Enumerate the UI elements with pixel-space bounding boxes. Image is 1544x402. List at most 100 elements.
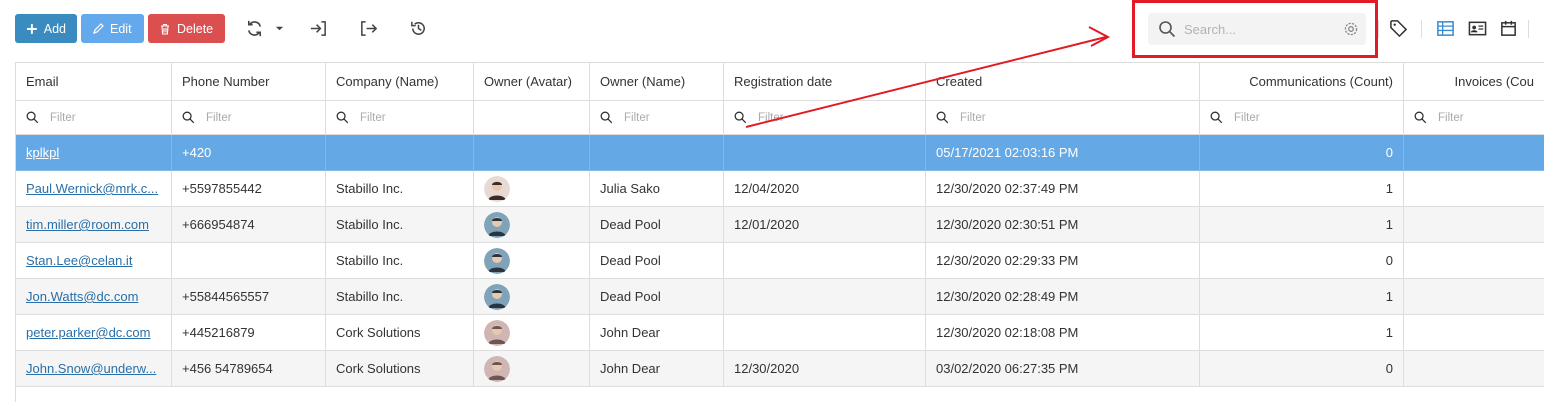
- table-row[interactable]: tim.miller@room.com +666954874 Stabillo In…: [16, 207, 1544, 243]
- trash-icon: [161, 23, 169, 35]
- company-cell: Stabillo Inc.: [326, 279, 474, 315]
- column-header-phone[interactable]: Phone Number: [172, 63, 326, 101]
- email-link[interactable]: kplkpl: [26, 145, 59, 160]
- phone-cell: +420: [172, 135, 326, 171]
- grid-view-icon[interactable]: [1434, 17, 1456, 39]
- owner-name-cell-text: Dead Pool: [600, 253, 661, 268]
- communications-cell-text: 0: [1385, 145, 1393, 160]
- email-link[interactable]: tim.miller@room.com: [26, 217, 149, 232]
- invoices-cell: [1404, 135, 1544, 171]
- company-cell-text: Cork Solutions: [336, 361, 421, 376]
- toolbar: Add Edit Delete: [0, 0, 1544, 58]
- add-button[interactable]: Add: [15, 14, 77, 43]
- owner-name-cell-text: Julia Sako: [600, 181, 660, 196]
- filter-company[interactable]: Filter: [326, 101, 474, 135]
- column-header-communications[interactable]: Communications (Count): [1200, 63, 1404, 101]
- export-icon[interactable]: [357, 17, 379, 39]
- data-grid: Email Phone Number Company (Name) Owner …: [15, 62, 1544, 402]
- communications-cell: 1: [1200, 207, 1404, 243]
- created-cell: 03/02/2020 06:27:35 PM: [926, 351, 1200, 387]
- filter-phone[interactable]: Filter: [172, 101, 326, 135]
- filter-placeholder: Filter: [1234, 111, 1260, 124]
- owner-name-cell: Dead Pool: [590, 207, 724, 243]
- delete-button[interactable]: Delete: [148, 14, 225, 43]
- search-icon: [182, 111, 195, 124]
- filter-created[interactable]: Filter: [926, 101, 1200, 135]
- chevron-down-icon[interactable]: [271, 17, 287, 39]
- divider: [1378, 20, 1379, 38]
- filter-invoices[interactable]: Filter: [1404, 101, 1544, 135]
- company-cell-text: Stabillo Inc.: [336, 181, 404, 196]
- registration-date-cell: 12/30/2020: [724, 351, 926, 387]
- email-cell[interactable]: Paul.Wernick@mrk.c...: [16, 171, 172, 207]
- registration-date-cell: [724, 135, 926, 171]
- contact-card-icon[interactable]: [1466, 17, 1488, 39]
- email-cell[interactable]: peter.parker@dc.com: [16, 315, 172, 351]
- email-cell[interactable]: John.Snow@underw...: [16, 351, 172, 387]
- table-row[interactable]: kplkpl +420 05/17/2021 02:03:16 PM 0: [16, 135, 1544, 171]
- invoices-cell: [1404, 315, 1544, 351]
- search-icon: [1159, 21, 1176, 38]
- email-link[interactable]: peter.parker@dc.com: [26, 325, 150, 340]
- table-row[interactable]: Stan.Lee@celan.it Stabillo Inc. Dead Pool 1…: [16, 243, 1544, 279]
- registration-date-cell-text: 12/01/2020: [734, 217, 800, 232]
- header-row: Email Phone Number Company (Name) Owner …: [16, 63, 1544, 101]
- owner-avatar-cell: [474, 207, 590, 243]
- avatar: [484, 283, 510, 310]
- filter-registration-date[interactable]: Filter: [724, 101, 926, 135]
- avatar: [484, 175, 510, 202]
- table-row[interactable]: John.Snow@underw... +456 54789654 Cork Sol…: [16, 351, 1544, 387]
- calendar-icon[interactable]: [1497, 17, 1519, 39]
- history-icon[interactable]: [407, 17, 429, 39]
- owner-name-cell: Dead Pool: [590, 279, 724, 315]
- created-cell: 12/30/2020 02:28:49 PM: [926, 279, 1200, 315]
- column-header-owner-name[interactable]: Owner (Name): [590, 63, 724, 101]
- column-header-company[interactable]: Company (Name): [326, 63, 474, 101]
- column-header-invoices[interactable]: Invoices (Cou: [1404, 63, 1544, 101]
- email-link[interactable]: Jon.Watts@dc.com: [26, 289, 138, 304]
- refresh-icon[interactable]: [243, 17, 265, 39]
- gear-icon[interactable]: [1343, 21, 1359, 37]
- column-header-email[interactable]: Email: [16, 63, 172, 101]
- company-cell-text: Stabillo Inc.: [336, 217, 404, 232]
- column-header-owner-avatar[interactable]: Owner (Avatar): [474, 63, 590, 101]
- email-cell[interactable]: kplkpl: [16, 135, 172, 171]
- owner-avatar-cell: [474, 171, 590, 207]
- edit-button[interactable]: Edit: [81, 14, 144, 43]
- communications-cell-text: 0: [1385, 361, 1393, 376]
- filter-placeholder: Filter: [360, 111, 386, 124]
- email-cell[interactable]: Stan.Lee@celan.it: [16, 243, 172, 279]
- filter-owner-name[interactable]: Filter: [590, 101, 724, 135]
- communications-cell: 0: [1200, 243, 1404, 279]
- search-box[interactable]: [1148, 13, 1366, 45]
- search-icon: [1414, 111, 1427, 124]
- company-cell-text: Stabillo Inc.: [336, 253, 404, 268]
- company-cell: Stabillo Inc.: [326, 207, 474, 243]
- filter-email[interactable]: Filter: [16, 101, 172, 135]
- delete-button-label: Delete: [177, 21, 214, 36]
- company-cell: [326, 135, 474, 171]
- owner-name-cell-text: John Dear: [600, 361, 660, 376]
- owner-avatar-cell: [474, 279, 590, 315]
- email-link[interactable]: John.Snow@underw...: [26, 361, 156, 376]
- email-cell[interactable]: tim.miller@room.com: [16, 207, 172, 243]
- filter-communications[interactable]: Filter: [1200, 101, 1404, 135]
- import-icon[interactable]: [307, 17, 329, 39]
- table-row[interactable]: Paul.Wernick@mrk.c... +5597855442 Stabillo…: [16, 171, 1544, 207]
- tag-icon[interactable]: [1387, 17, 1409, 39]
- table-row[interactable]: Jon.Watts@dc.com +55844565557 Stabillo Inc…: [16, 279, 1544, 315]
- email-cell[interactable]: Jon.Watts@dc.com: [16, 279, 172, 315]
- created-cell: 12/30/2020 02:37:49 PM: [926, 171, 1200, 207]
- column-header-registration-date[interactable]: Registration date: [724, 63, 926, 101]
- email-link[interactable]: Stan.Lee@celan.it: [26, 253, 132, 268]
- owner-avatar-cell: [474, 351, 590, 387]
- owner-name-cell: [590, 135, 724, 171]
- search-input[interactable]: [1182, 20, 1332, 38]
- table-row[interactable]: peter.parker@dc.com +445216879 Cork Soluti…: [16, 315, 1544, 351]
- email-link[interactable]: Paul.Wernick@mrk.c...: [26, 181, 158, 196]
- phone-cell: +5597855442: [172, 171, 326, 207]
- search-icon: [1210, 111, 1223, 124]
- column-header-created[interactable]: Created: [926, 63, 1200, 101]
- registration-date-cell: [724, 243, 926, 279]
- divider: [1528, 20, 1529, 38]
